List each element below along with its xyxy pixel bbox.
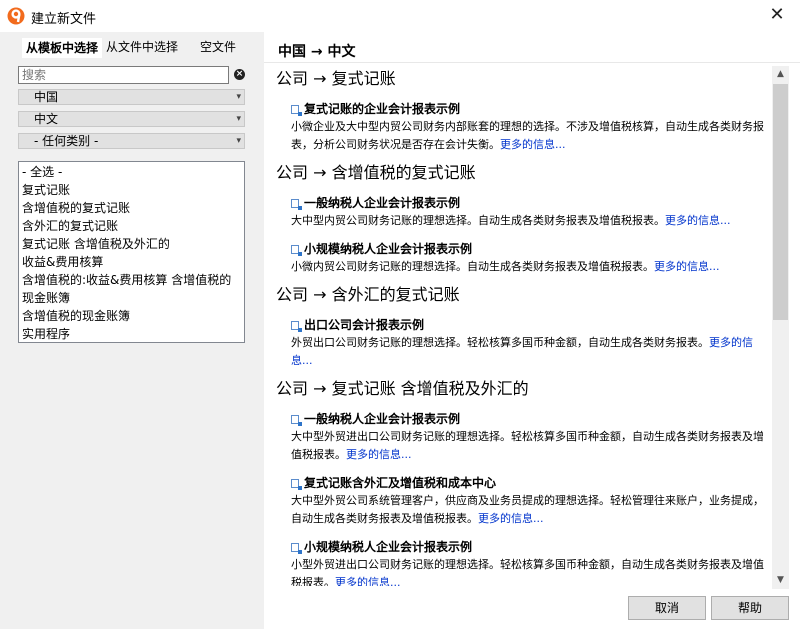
more-info-link[interactable]: 更多的信息... <box>654 260 720 273</box>
more-info-link[interactable]: 更多的信息... <box>346 448 412 461</box>
template-link-icon <box>291 244 302 256</box>
template-entry[interactable]: 小规模纳税人企业会计报表示例 小微内贸公司财务记账的理想选择。自动生成各类财务报… <box>276 240 771 276</box>
more-info-link[interactable]: 更多的信息... <box>478 512 544 525</box>
more-info-link[interactable]: 更多的信息... <box>335 576 401 586</box>
template-list: 公司 → 复式记账 复式记账的企业会计报表示例 小微企业及大中型内贸公司财务内部… <box>276 66 771 586</box>
category-item[interactable]: 含增值税的复式记账 <box>22 199 241 217</box>
scrollbar-thumb[interactable] <box>773 84 788 320</box>
divider <box>264 62 800 63</box>
template-entry[interactable]: 一般纳税人企业会计报表示例 大中型内贸公司财务记账的理想选择。自动生成各类财务报… <box>276 194 771 230</box>
template-title[interactable]: 出口公司会计报表示例 <box>304 316 424 334</box>
tab-from-file[interactable]: 从文件中选择 <box>106 38 178 58</box>
scroll-up-icon[interactable]: ▲ <box>772 66 789 83</box>
template-filter-panel: 从模板中选择 从文件中选择 空文件 × 中国 ▾ 中文 ▾ - 任何类别 - ▾… <box>0 32 264 629</box>
category-dropdown[interactable]: - 任何类别 - ▾ <box>18 133 245 149</box>
current-path: 中国 → 中文 <box>278 44 356 60</box>
help-button[interactable]: 帮助 <box>711 596 789 620</box>
template-list-panel: 中国 → 中文 公司 → 复式记账 复式记账的企业会计报表示例 小微企业及大中型… <box>264 32 800 629</box>
template-link-icon <box>291 542 302 554</box>
category-item[interactable]: 现金账簿 <box>22 289 241 307</box>
template-title[interactable]: 复式记账的企业会计报表示例 <box>304 100 460 118</box>
template-description: 小微内贸公司财务记账的理想选择。自动生成各类财务报表及增值税报表。 <box>291 260 654 273</box>
template-title[interactable]: 一般纳税人企业会计报表示例 <box>304 410 460 428</box>
section-heading: 公司 → 复式记账 <box>276 69 396 88</box>
chevron-down-icon: ▾ <box>236 92 241 102</box>
section-heading: 公司 → 复式记账 含增值税及外汇的 <box>276 379 529 398</box>
close-icon[interactable]: ✕ <box>754 0 800 32</box>
tab-from-template[interactable]: 从模板中选择 <box>22 38 103 58</box>
template-entry[interactable]: 复式记账含外汇及增值税和成本中心 大中型外贸公司系统管理客户，供应商及业务员提成… <box>276 474 771 528</box>
scroll-down-icon[interactable]: ▼ <box>772 572 789 589</box>
tab-empty-file[interactable]: 空文件 <box>200 38 236 58</box>
category-item[interactable]: 含增值税的:收益&费用核算 含增值税的 <box>22 271 241 289</box>
template-title[interactable]: 一般纳税人企业会计报表示例 <box>304 194 460 212</box>
country-dropdown[interactable]: 中国 ▾ <box>18 89 245 105</box>
category-item[interactable]: 实用程序 <box>22 325 241 342</box>
template-description: 外贸出口公司财务记账的理想选择。轻松核算多国币种金额，自动生成各类财务报表。 <box>291 336 709 349</box>
vertical-scrollbar[interactable]: ▲ ▼ <box>772 66 789 589</box>
more-info-link[interactable]: 更多的信息... <box>665 214 731 227</box>
template-entry[interactable]: 一般纳税人企业会计报表示例 大中型外贸进出口公司财务记账的理想选择。轻松核算多国… <box>276 410 771 464</box>
more-info-link[interactable]: 更多的信息... <box>500 138 566 151</box>
template-title[interactable]: 小规模纳税人企业会计报表示例 <box>304 240 472 258</box>
category-item[interactable]: 含外汇的复式记账 <box>22 217 241 235</box>
template-link-icon <box>291 198 302 210</box>
template-link-icon <box>291 414 302 426</box>
category-item[interactable]: 复式记账 <box>22 181 241 199</box>
category-item[interactable]: - 全选 - <box>22 163 241 181</box>
template-link-icon <box>291 320 302 332</box>
category-item[interactable]: 收益&费用核算 <box>22 253 241 271</box>
template-entry[interactable]: 小规模纳税人企业会计报表示例 小型外贸进出口公司财务记账的理想选择。轻松核算多国… <box>276 538 771 586</box>
category-item[interactable]: 含增值税的现金账簿 <box>22 307 241 325</box>
section-heading: 公司 → 含增值税的复式记账 <box>276 163 476 182</box>
category-value: - 任何类别 - <box>34 134 99 148</box>
template-description: 大中型内贸公司财务记账的理想选择。自动生成各类财务报表及增值税报表。 <box>291 214 665 227</box>
country-value: 中国 <box>34 90 59 104</box>
category-item[interactable]: 复式记账 含增值税及外汇的 <box>22 235 241 253</box>
template-title[interactable]: 复式记账含外汇及增值税和成本中心 <box>304 474 496 492</box>
app-logo-icon <box>7 7 25 25</box>
window-title: 建立新文件 <box>31 12 97 27</box>
chevron-down-icon: ▾ <box>236 114 241 124</box>
language-value: 中文 <box>34 112 59 126</box>
language-dropdown[interactable]: 中文 ▾ <box>18 111 245 127</box>
template-link-icon <box>291 478 302 490</box>
clear-search-icon[interactable]: × <box>234 69 245 80</box>
search-input[interactable] <box>18 66 229 84</box>
template-title[interactable]: 小规模纳税人企业会计报表示例 <box>304 538 472 556</box>
template-link-icon <box>291 104 302 116</box>
template-entry[interactable]: 出口公司会计报表示例 外贸出口公司财务记账的理想选择。轻松核算多国币种金额，自动… <box>276 316 771 370</box>
template-entry[interactable]: 复式记账的企业会计报表示例 小微企业及大中型内贸公司财务内部账套的理想的选择。不… <box>276 100 771 154</box>
cancel-button[interactable]: 取消 <box>628 596 706 620</box>
section-heading: 公司 → 含外汇的复式记账 <box>276 285 460 304</box>
title-bar: 建立新文件 ✕ <box>0 0 800 32</box>
chevron-down-icon: ▾ <box>236 136 241 146</box>
category-list: - 全选 - 复式记账 含增值税的复式记账 含外汇的复式记账 复式记账 含增值税… <box>18 161 245 343</box>
